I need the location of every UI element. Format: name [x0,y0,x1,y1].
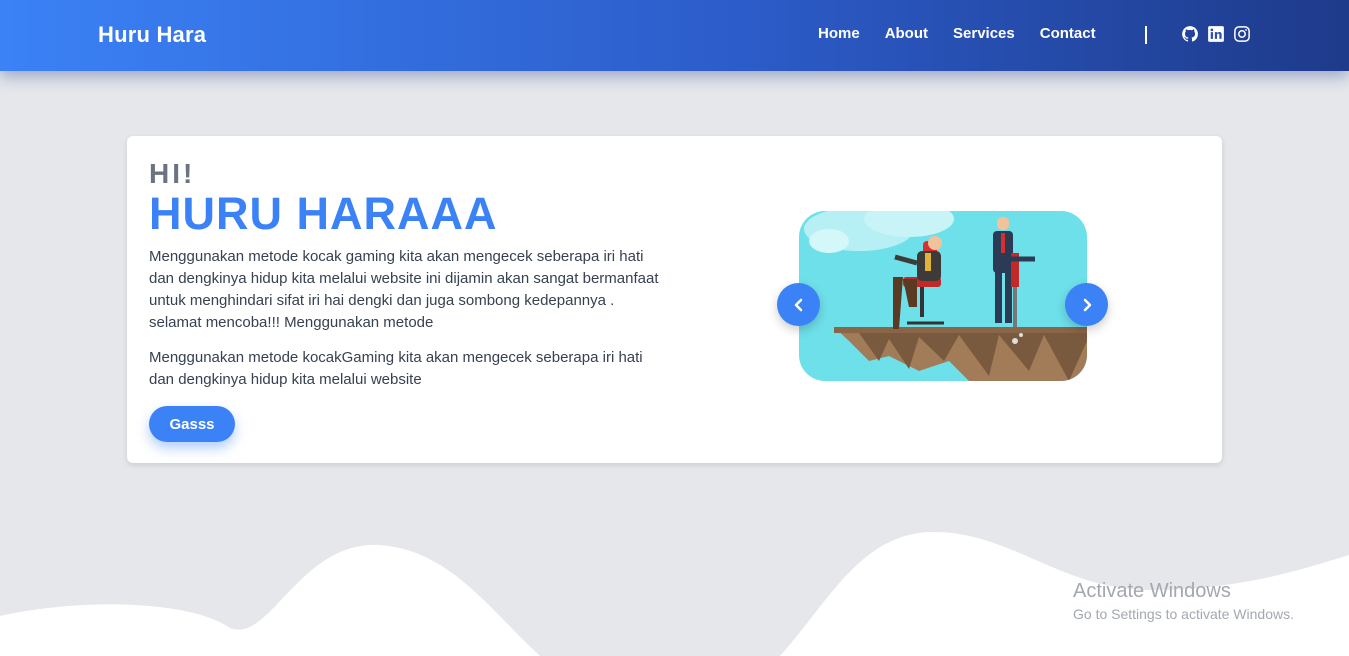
github-icon[interactable] [1181,25,1199,43]
nav-divider [1145,26,1147,44]
carousel-prev-button[interactable] [777,283,820,326]
hero-title: HURU HARAAA [149,188,498,239]
nav-link-contact[interactable]: Contact [1040,25,1096,42]
brand-logo[interactable]: Huru Hara [98,22,206,48]
carousel-image [799,211,1087,381]
instagram-icon[interactable] [1233,25,1251,43]
hero-card: HI! HURU HARAAA Menggunakan metode kocak… [127,136,1222,463]
chevron-left-icon [794,298,802,311]
watermark-subtitle: Go to Settings to activate Windows. [1073,606,1294,622]
linkedin-icon[interactable] [1207,25,1225,43]
social-links [1181,25,1251,43]
watermark-title: Activate Windows [1073,580,1231,602]
hero-paragraph-1: Menggunakan metode kocak gaming kita aka… [149,248,659,331]
nav-links: Home About Services Contact [818,25,1096,42]
nav-link-home[interactable]: Home [818,25,860,42]
carousel-next-button[interactable] [1065,283,1108,326]
hero-paragraph-2: Menggunakan metode kocakGaming kita akan… [149,349,643,388]
nav-link-about[interactable]: About [885,25,928,42]
nav-link-services[interactable]: Services [953,25,1015,42]
windows-activation-watermark: Activate Windows Go to Settings to activ… [1073,580,1294,622]
gasss-button[interactable]: Gasss [149,406,235,442]
hero-greeting: HI! [149,158,196,189]
navbar: Huru Hara Home About Services Contact [0,0,1349,71]
chevron-right-icon [1083,298,1091,311]
